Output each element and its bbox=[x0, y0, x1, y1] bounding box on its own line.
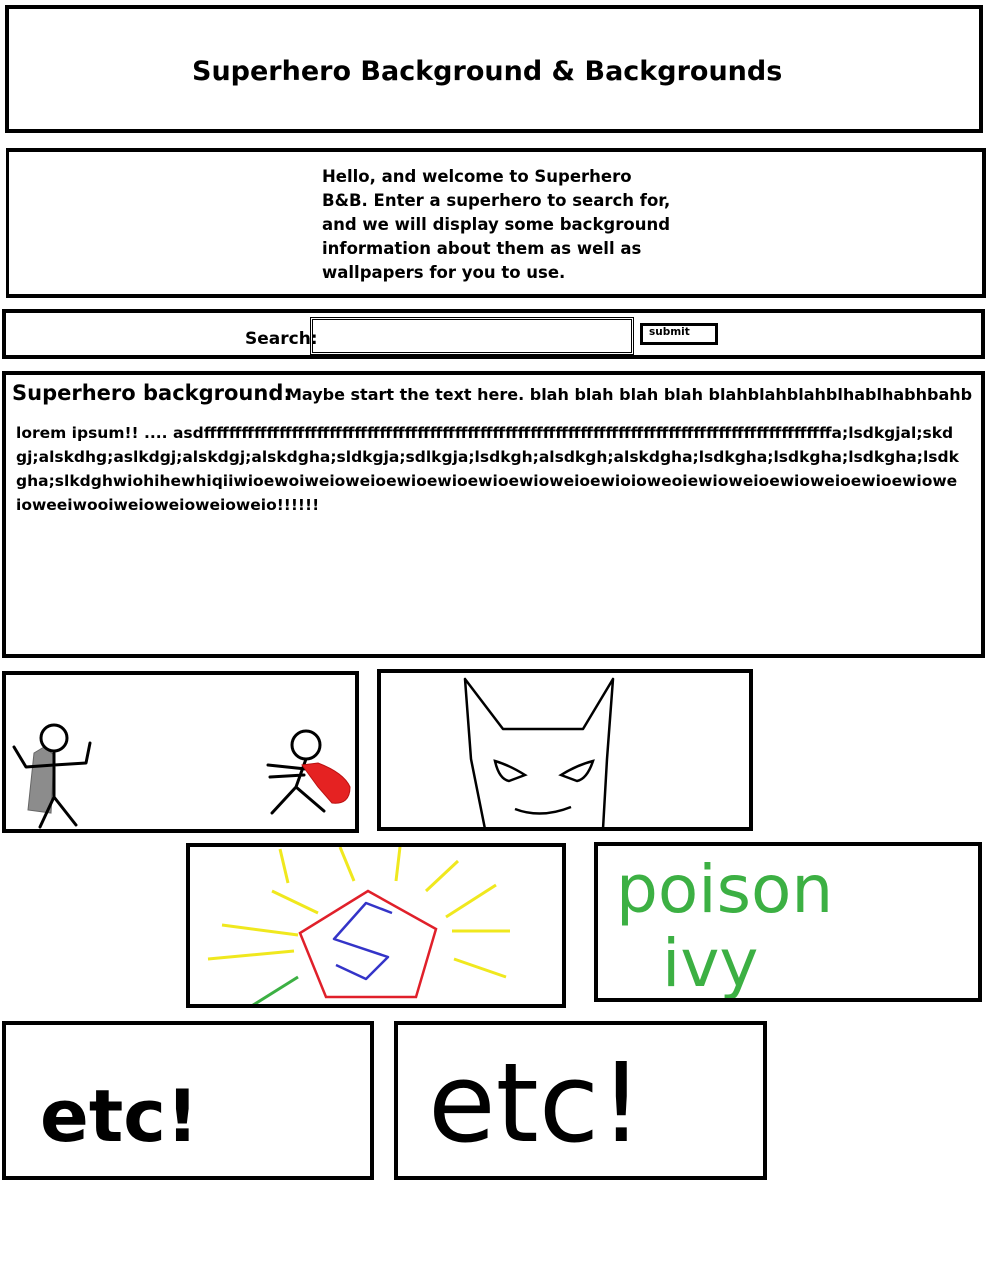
wallpaper-etc-small[interactable]: etc! bbox=[2, 1021, 374, 1180]
etc-small-drawing: etc! bbox=[40, 1074, 199, 1158]
search-bar: Search: submit bbox=[2, 309, 985, 359]
wallpaper-etc-large[interactable]: etc! bbox=[394, 1021, 767, 1180]
batman-mask-drawing bbox=[463, 677, 615, 827]
etc-small-text: etc! bbox=[40, 1074, 199, 1158]
wallpaper-superman[interactable] bbox=[186, 843, 566, 1008]
svg-text:ivy: ivy bbox=[662, 925, 758, 1002]
submit-button[interactable]: submit bbox=[640, 323, 718, 345]
background-lead-text: Maybe start the text here. blah blah bla… bbox=[286, 385, 973, 404]
etc-large-drawing: etc! bbox=[428, 1039, 643, 1167]
superman-shield-drawing bbox=[207, 847, 510, 1004]
background-panel: Superhero background: Maybe start the te… bbox=[2, 371, 985, 658]
background-heading: Superhero background: bbox=[12, 381, 292, 405]
stick-figures-drawing bbox=[12, 723, 351, 829]
wallpaper-poison-ivy[interactable]: poison ivy bbox=[594, 842, 982, 1002]
wallpaper-batman[interactable] bbox=[377, 669, 753, 831]
search-label: Search: bbox=[245, 329, 318, 349]
header-banner: Superhero Background & Backgrounds bbox=[5, 5, 983, 133]
search-input[interactable] bbox=[310, 317, 634, 355]
background-body-text: lorem ipsum!! .... asdffffffffffffffffff… bbox=[16, 424, 959, 514]
etc-large-text: etc! bbox=[428, 1039, 643, 1167]
wallpaper-stick-figures[interactable] bbox=[2, 671, 359, 833]
welcome-message: Hello, and welcome to Superhero B&B. Ent… bbox=[322, 167, 671, 282]
welcome-panel: Hello, and welcome to Superhero B&B. Ent… bbox=[6, 148, 986, 298]
poison-ivy-drawing: poison ivy bbox=[616, 851, 833, 1002]
poison-ivy-text: poison bbox=[616, 851, 833, 928]
page-title: Superhero Background & Backgrounds bbox=[192, 56, 783, 87]
